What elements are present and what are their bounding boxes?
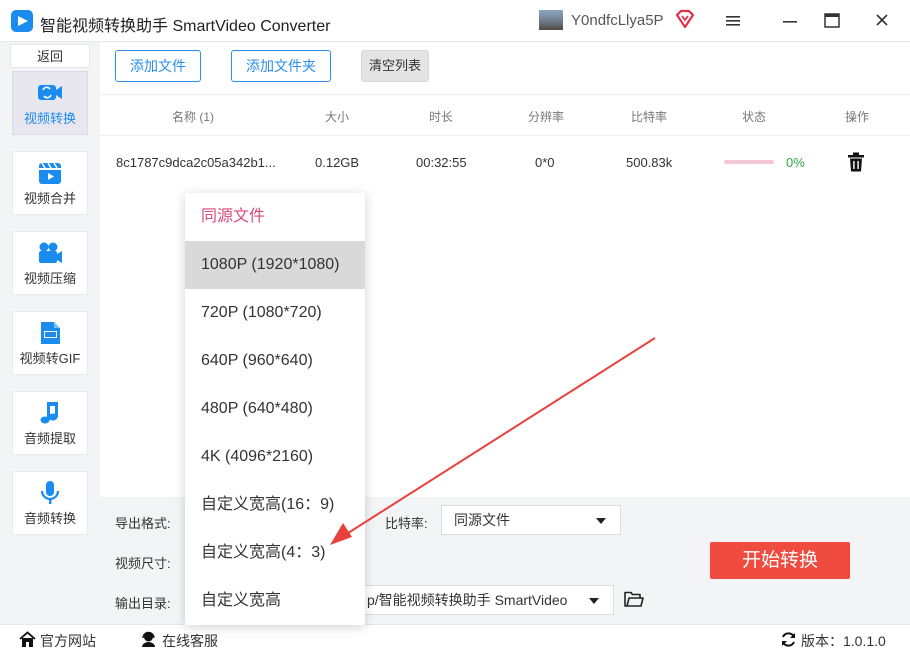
vip-diamond-icon[interactable]: [674, 9, 696, 29]
dropdown-option[interactable]: 640P (960*640): [185, 337, 365, 385]
sidebar-item-video-merge[interactable]: 视频合并: [12, 151, 88, 215]
size-label: 视频尺寸:: [115, 556, 171, 571]
column-header-size[interactable]: 大小: [325, 108, 349, 125]
sidebar-item-audio-extract[interactable]: 音频提取: [12, 391, 88, 455]
trash-icon[interactable]: [847, 152, 865, 172]
refresh-icon[interactable]: [780, 631, 797, 648]
column-header-name[interactable]: 名称 (1): [172, 108, 214, 125]
dropdown-option[interactable]: 自定义宽高(16：9): [185, 481, 365, 529]
sidebar-item-label: 视频合并: [23, 191, 76, 206]
minimize-icon[interactable]: [775, 8, 805, 34]
dropdown-option[interactable]: 4K (4096*2160): [185, 433, 365, 481]
column-header-actions: 操作: [844, 110, 870, 124]
column-header-resolution[interactable]: 分辨率: [528, 108, 564, 125]
file-bitrate: 500.83k: [626, 155, 673, 170]
microphone-icon: [40, 481, 60, 504]
start-convert-button[interactable]: 开始转换: [710, 542, 850, 579]
resolution-dropdown: 同源文件 1080P (1920*1080) 720P (1080*720) 6…: [185, 193, 365, 625]
user-name[interactable]: Y0ndfcLlya5P: [571, 12, 664, 29]
home-icon: [19, 631, 36, 647]
file-resolution: 0*0: [535, 155, 555, 170]
maximize-icon[interactable]: [817, 8, 847, 34]
add-file-button[interactable]: 添加文件: [115, 50, 201, 82]
file-table-header: 名称 (1) 大小 时长 分辨率 比特率 状态 操作: [100, 94, 910, 136]
close-icon[interactable]: [867, 8, 897, 34]
folder-icon[interactable]: [624, 591, 644, 608]
chevron-down-icon: [596, 518, 606, 524]
dropdown-option[interactable]: 同源文件: [185, 193, 365, 241]
file-name: 8c1787c9dca2c05a342b1...: [116, 155, 276, 170]
sidebar-item-video-compress[interactable]: 视频压缩: [12, 231, 88, 295]
output-label: 输出目录:: [115, 596, 171, 611]
bitrate-label: 比特率:: [385, 516, 428, 531]
sidebar-item-video-convert[interactable]: 视频转换: [12, 71, 88, 135]
video-merge-icon: [39, 162, 61, 184]
user-avatar[interactable]: [539, 10, 563, 30]
dropdown-option[interactable]: 自定义宽高(4：3): [185, 529, 365, 577]
video-convert-icon: [38, 85, 62, 100]
column-header-status: 状态: [741, 110, 767, 124]
sidebar-item-label: 音频转换: [23, 511, 76, 526]
dropdown-option[interactable]: 480P (640*480): [185, 385, 365, 433]
app-logo-icon: [11, 10, 33, 32]
dropdown-option[interactable]: 1080P (1920*1080): [185, 241, 365, 289]
customer-service-icon: [142, 631, 155, 647]
dropdown-option[interactable]: 720P (1080*720): [185, 289, 365, 337]
window-title: 智能视频转换助手 SmartVideo Converter: [40, 18, 331, 35]
sidebar-item-audio-convert[interactable]: 音频转换: [12, 471, 88, 535]
sidebar-item-video-gif[interactable]: 视频转GIF: [12, 311, 88, 375]
output-dir-select[interactable]: p/智能视频转换助手 SmartVideo: [330, 585, 614, 615]
title-bar: 智能视频转换助手 SmartVideo Converter Y0ndfcLlya…: [0, 0, 910, 42]
sidebar-item-label: 视频转换: [23, 111, 76, 126]
back-button[interactable]: 返回: [10, 44, 90, 68]
sidebar-item-label: 视频转GIF: [19, 351, 81, 366]
menu-icon[interactable]: [718, 8, 748, 34]
music-note-icon: [40, 402, 58, 424]
footer: 官方网站 在线客服 版本：1.0.1.0: [0, 624, 910, 654]
video-compress-icon: [39, 242, 62, 263]
official-website-link[interactable]: 官方网站: [40, 631, 96, 651]
progress-bar: [724, 160, 774, 164]
chevron-down-icon: [589, 598, 599, 604]
bitrate-value: 同源文件: [454, 512, 510, 528]
dropdown-option[interactable]: 自定义宽高: [185, 577, 365, 625]
bitrate-select[interactable]: 同源文件: [441, 505, 621, 535]
output-dir-value: p/智能视频转换助手 SmartVideo: [367, 592, 568, 608]
add-folder-button[interactable]: 添加文件夹: [231, 50, 331, 82]
format-label: 导出格式:: [115, 516, 171, 531]
version-label: 版本：1.0.1.0: [801, 633, 886, 649]
progress-percent: 0%: [786, 155, 805, 170]
column-header-bitrate[interactable]: 比特率: [631, 108, 667, 125]
file-duration: 00:32:55: [416, 155, 467, 170]
online-support-link[interactable]: 在线客服: [162, 631, 218, 651]
clear-list-button[interactable]: 清空列表: [361, 50, 429, 82]
sidebar-item-label: 视频压缩: [23, 271, 76, 286]
column-header-duration[interactable]: 时长: [429, 108, 453, 125]
sidebar-item-label: 音频提取: [23, 431, 76, 446]
file-size: 0.12GB: [315, 155, 360, 170]
gif-icon: [41, 322, 60, 344]
